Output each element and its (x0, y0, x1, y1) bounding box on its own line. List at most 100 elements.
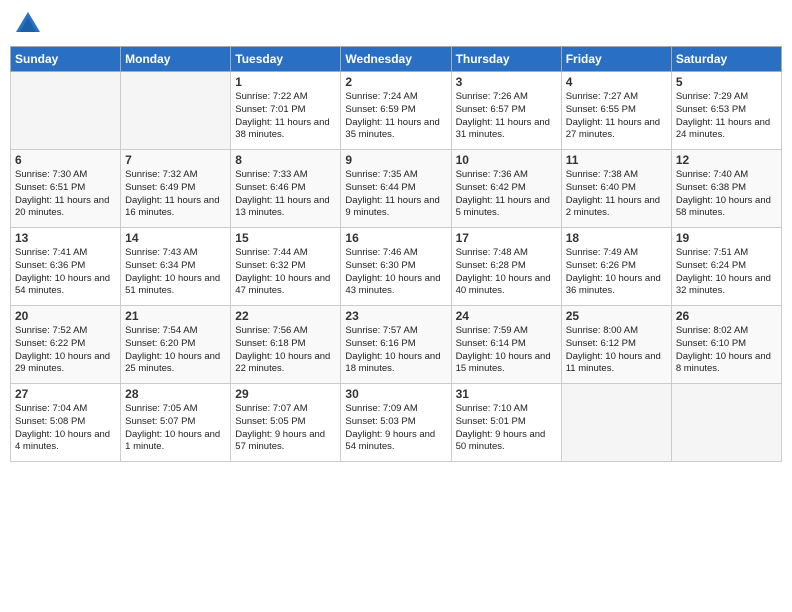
day-number: 12 (676, 153, 777, 167)
day-number: 13 (15, 231, 116, 245)
day-number: 15 (235, 231, 336, 245)
day-number: 27 (15, 387, 116, 401)
day-info: Sunrise: 7:26 AM Sunset: 6:57 PM Dayligh… (456, 91, 557, 142)
weekday-header-wednesday: Wednesday (341, 47, 451, 72)
day-number: 31 (456, 387, 557, 401)
day-number: 30 (345, 387, 446, 401)
day-number: 9 (345, 153, 446, 167)
calendar-cell: 24 Sunrise: 7:59 AM Sunset: 6:14 PM Dayli… (451, 306, 561, 384)
day-number: 28 (125, 387, 226, 401)
day-number: 19 (676, 231, 777, 245)
day-info: Sunrise: 7:33 AM Sunset: 6:46 PM Dayligh… (235, 169, 336, 220)
week-row-5: 27 Sunrise: 7:04 AM Sunset: 5:08 PM Dayli… (11, 384, 782, 462)
calendar-cell: 2 Sunrise: 7:24 AM Sunset: 6:59 PM Daylig… (341, 72, 451, 150)
weekday-header-saturday: Saturday (671, 47, 781, 72)
calendar-cell: 4 Sunrise: 7:27 AM Sunset: 6:55 PM Daylig… (561, 72, 671, 150)
day-info: Sunrise: 7:30 AM Sunset: 6:51 PM Dayligh… (15, 169, 116, 220)
day-number: 26 (676, 309, 777, 323)
calendar-cell: 5 Sunrise: 7:29 AM Sunset: 6:53 PM Daylig… (671, 72, 781, 150)
day-info: Sunrise: 7:22 AM Sunset: 7:01 PM Dayligh… (235, 91, 336, 142)
calendar-cell: 11Sunrise: 7:38 AM Sunset: 6:40 PM Dayli… (561, 150, 671, 228)
day-info: Sunrise: 7:35 AM Sunset: 6:44 PM Dayligh… (345, 169, 446, 220)
day-number: 4 (566, 75, 667, 89)
day-info: Sunrise: 7:09 AM Sunset: 5:03 PM Dayligh… (345, 403, 446, 454)
calendar-cell: 9 Sunrise: 7:35 AM Sunset: 6:44 PM Daylig… (341, 150, 451, 228)
day-info: Sunrise: 7:44 AM Sunset: 6:32 PM Dayligh… (235, 247, 336, 298)
day-number: 5 (676, 75, 777, 89)
day-info: Sunrise: 7:54 AM Sunset: 6:20 PM Dayligh… (125, 325, 226, 376)
calendar-cell: 8 Sunrise: 7:33 AM Sunset: 6:46 PM Daylig… (231, 150, 341, 228)
logo-icon (14, 10, 42, 38)
page-header (10, 10, 782, 38)
weekday-header-friday: Friday (561, 47, 671, 72)
day-info: Sunrise: 7:07 AM Sunset: 5:05 PM Dayligh… (235, 403, 336, 454)
calendar-cell: 25 Sunrise: 8:00 AM Sunset: 6:12 PM Dayli… (561, 306, 671, 384)
day-info: Sunrise: 7:05 AM Sunset: 5:07 PM Dayligh… (125, 403, 226, 454)
day-info: Sunrise: 7:38 AM Sunset: 6:40 PM Dayligh… (566, 169, 667, 220)
calendar-cell: 12 Sunrise: 7:40 AM Sunset: 6:38 PM Dayli… (671, 150, 781, 228)
day-number: 29 (235, 387, 336, 401)
calendar-cell: 10Sunrise: 7:36 AM Sunset: 6:42 PM Dayli… (451, 150, 561, 228)
calendar-cell (11, 72, 121, 150)
weekday-header-tuesday: Tuesday (231, 47, 341, 72)
calendar-cell: 28 Sunrise: 7:05 AM Sunset: 5:07 PM Dayli… (121, 384, 231, 462)
day-info: Sunrise: 8:02 AM Sunset: 6:10 PM Dayligh… (676, 325, 777, 376)
calendar-cell: 20Sunrise: 7:52 AM Sunset: 6:22 PM Dayli… (11, 306, 121, 384)
calendar-cell: 7 Sunrise: 7:32 AM Sunset: 6:49 PM Daylig… (121, 150, 231, 228)
day-number: 7 (125, 153, 226, 167)
week-row-3: 13 Sunrise: 7:41 AM Sunset: 6:36 PM Dayli… (11, 228, 782, 306)
calendar-cell: 17 Sunrise: 7:48 AM Sunset: 6:28 PM Dayli… (451, 228, 561, 306)
day-number: 24 (456, 309, 557, 323)
day-number: 2 (345, 75, 446, 89)
calendar-cell: 14 Sunrise: 7:43 AM Sunset: 6:34 PM Dayli… (121, 228, 231, 306)
day-number: 22 (235, 309, 336, 323)
day-info: Sunrise: 7:49 AM Sunset: 6:26 PM Dayligh… (566, 247, 667, 298)
day-number: 25 (566, 309, 667, 323)
day-info: Sunrise: 7:32 AM Sunset: 6:49 PM Dayligh… (125, 169, 226, 220)
day-info: Sunrise: 7:51 AM Sunset: 6:24 PM Dayligh… (676, 247, 777, 298)
week-row-4: 20Sunrise: 7:52 AM Sunset: 6:22 PM Dayli… (11, 306, 782, 384)
day-number: 10 (456, 153, 557, 167)
day-number: 16 (345, 231, 446, 245)
calendar-cell: 3 Sunrise: 7:26 AM Sunset: 6:57 PM Daylig… (451, 72, 561, 150)
calendar-cell (121, 72, 231, 150)
week-row-1: 1 Sunrise: 7:22 AM Sunset: 7:01 PM Daylig… (11, 72, 782, 150)
day-number: 18 (566, 231, 667, 245)
day-number: 21 (125, 309, 226, 323)
calendar-cell: 22Sunrise: 7:56 AM Sunset: 6:18 PM Dayli… (231, 306, 341, 384)
day-info: Sunrise: 7:41 AM Sunset: 6:36 PM Dayligh… (15, 247, 116, 298)
calendar-cell: 1 Sunrise: 7:22 AM Sunset: 7:01 PM Daylig… (231, 72, 341, 150)
day-number: 3 (456, 75, 557, 89)
calendar-cell: 29 Sunrise: 7:07 AM Sunset: 5:05 PM Dayli… (231, 384, 341, 462)
day-number: 6 (15, 153, 116, 167)
calendar-cell (561, 384, 671, 462)
weekday-header-monday: Monday (121, 47, 231, 72)
day-info: Sunrise: 7:10 AM Sunset: 5:01 PM Dayligh… (456, 403, 557, 454)
calendar-cell: 23Sunrise: 7:57 AM Sunset: 6:16 PM Dayli… (341, 306, 451, 384)
day-info: Sunrise: 7:24 AM Sunset: 6:59 PM Dayligh… (345, 91, 446, 142)
logo (14, 10, 46, 38)
day-info: Sunrise: 7:04 AM Sunset: 5:08 PM Dayligh… (15, 403, 116, 454)
day-info: Sunrise: 7:59 AM Sunset: 6:14 PM Dayligh… (456, 325, 557, 376)
calendar-cell: 15 Sunrise: 7:44 AM Sunset: 6:32 PM Dayli… (231, 228, 341, 306)
day-info: Sunrise: 8:00 AM Sunset: 6:12 PM Dayligh… (566, 325, 667, 376)
day-info: Sunrise: 7:43 AM Sunset: 6:34 PM Dayligh… (125, 247, 226, 298)
calendar-cell: 30 Sunrise: 7:09 AM Sunset: 5:03 PM Dayli… (341, 384, 451, 462)
calendar-cell: 16Sunrise: 7:46 AM Sunset: 6:30 PM Dayli… (341, 228, 451, 306)
day-number: 8 (235, 153, 336, 167)
day-info: Sunrise: 7:40 AM Sunset: 6:38 PM Dayligh… (676, 169, 777, 220)
day-number: 20 (15, 309, 116, 323)
day-info: Sunrise: 7:29 AM Sunset: 6:53 PM Dayligh… (676, 91, 777, 142)
calendar-cell: 21 Sunrise: 7:54 AM Sunset: 6:20 PM Dayli… (121, 306, 231, 384)
day-number: 1 (235, 75, 336, 89)
day-info: Sunrise: 7:27 AM Sunset: 6:55 PM Dayligh… (566, 91, 667, 142)
calendar-table: SundayMondayTuesdayWednesdayThursdayFrid… (10, 46, 782, 462)
weekday-header-sunday: Sunday (11, 47, 121, 72)
weekday-header-thursday: Thursday (451, 47, 561, 72)
day-info: Sunrise: 7:48 AM Sunset: 6:28 PM Dayligh… (456, 247, 557, 298)
calendar-cell: 13 Sunrise: 7:41 AM Sunset: 6:36 PM Dayli… (11, 228, 121, 306)
day-number: 23 (345, 309, 446, 323)
day-number: 17 (456, 231, 557, 245)
day-number: 14 (125, 231, 226, 245)
week-row-2: 6 Sunrise: 7:30 AM Sunset: 6:51 PM Daylig… (11, 150, 782, 228)
